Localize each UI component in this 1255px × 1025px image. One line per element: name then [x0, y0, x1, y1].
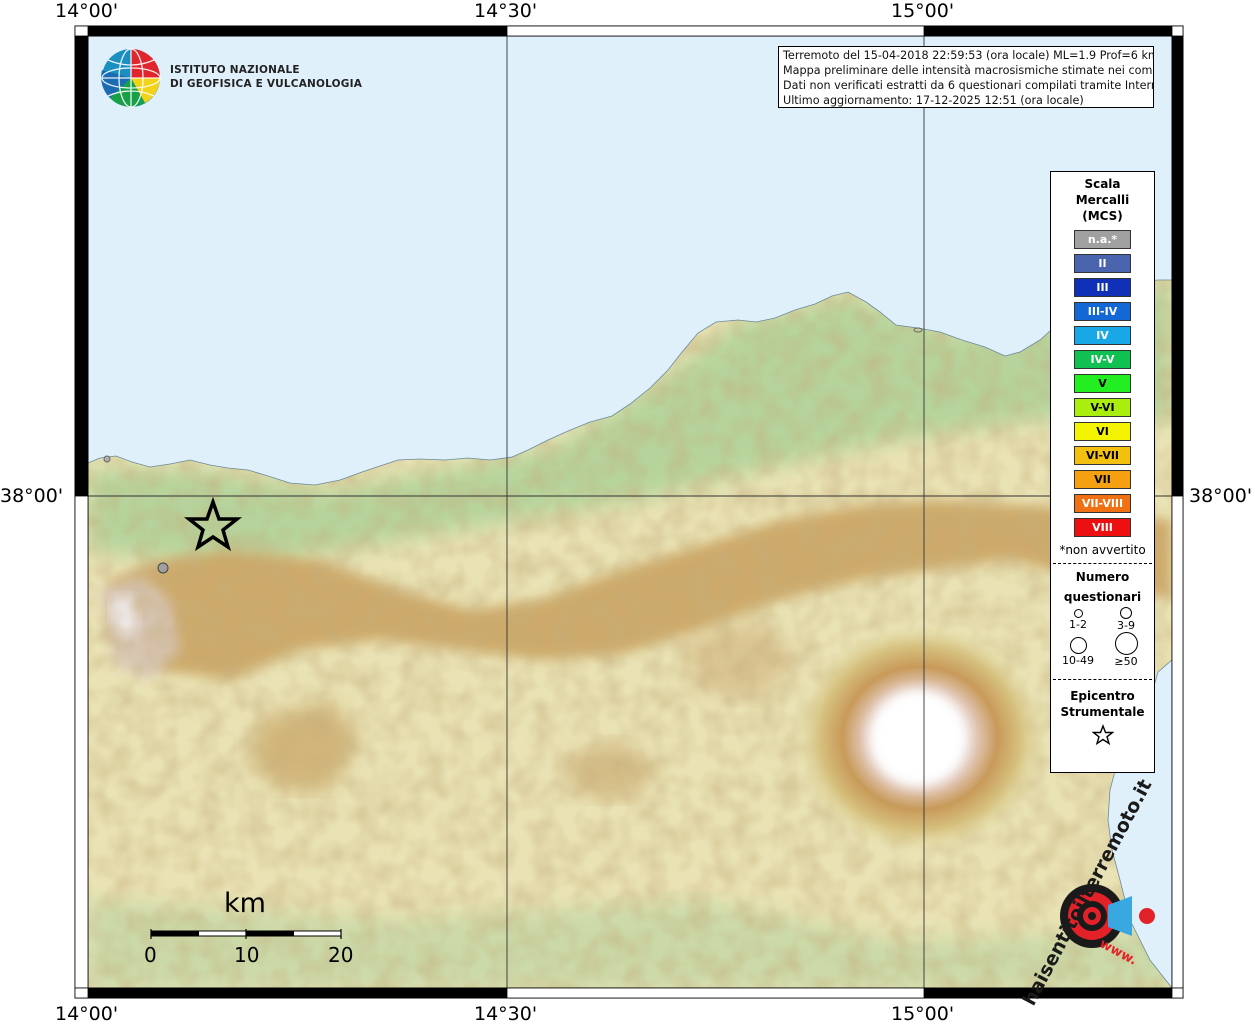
epicentro-title: Epicentro Strumentale: [1051, 688, 1154, 720]
legend-title-line: Scala: [1084, 177, 1121, 191]
questionari-size-legend: 1-2 3-9 10-49 ≥50: [1051, 607, 1154, 677]
mcs-swatch: VI-VII: [1074, 446, 1131, 465]
questionari-title-line: questionari: [1063, 590, 1142, 604]
legend-title-line: (MCS): [1082, 209, 1123, 223]
star-icon: [1090, 724, 1115, 746]
epicentro-title-line: Epicentro: [1070, 689, 1135, 703]
mcs-swatch: V: [1074, 374, 1131, 393]
legend-divider: [1053, 679, 1152, 680]
lon-label-top: 14°30': [474, 0, 538, 22]
info-line-event: Terremoto del 15-04-2018 22:59:53 (ora l…: [783, 49, 1154, 62]
size-circle-icon: [1114, 632, 1138, 655]
mcs-swatch: VII-VIII: [1074, 494, 1131, 513]
size-label: 1-2: [1069, 618, 1087, 631]
epicentro-symbol: [1051, 724, 1154, 750]
legend-panel: Scala Mercalli (MCS) n.a.* II III III-IV IV I…: [1050, 171, 1155, 773]
mcs-swatch: n.a.*: [1074, 230, 1131, 249]
size-label: ≥50: [1114, 655, 1138, 668]
mcs-scale-list: n.a.* II III III-IV IV IV-V V V-VI VI VI-VII VII VI…: [1051, 230, 1154, 537]
size-legend-item: 10-49: [1058, 637, 1098, 667]
size-label: 3-9: [1117, 619, 1135, 632]
epicentro-title-line: Strumentale: [1060, 705, 1145, 719]
size-circle-icon: [1073, 609, 1083, 618]
size-circle-icon: [1069, 637, 1087, 654]
mcs-swatch: IV-V: [1074, 350, 1131, 369]
mcs-swatch: III: [1074, 278, 1131, 297]
mcs-swatch: IV: [1074, 326, 1131, 345]
info-line-map: Mappa preliminare delle intensità macros…: [783, 64, 1154, 77]
lon-label-bottom: 14°00': [55, 1003, 119, 1025]
logo-line2: DI GEOFISICA E VULCANOLOGIA: [170, 78, 363, 90]
questionari-title: Numero questionari: [1051, 567, 1154, 607]
scale-tick-label: 20: [328, 943, 354, 967]
lat-label-left: 38°00': [0, 485, 64, 507]
lon-label-bottom: 14°30': [474, 1003, 538, 1025]
size-legend-item: ≥50: [1106, 632, 1146, 668]
legend-title: Scala Mercalli (MCS): [1051, 176, 1154, 224]
legend-title-line: Mercalli: [1075, 193, 1130, 207]
size-legend-item: 3-9: [1106, 607, 1146, 632]
lat-label-right: 38°00': [1189, 485, 1253, 507]
mcs-swatch: VI: [1074, 422, 1131, 441]
mcs-swatch: V-VI: [1074, 398, 1131, 417]
mcs-swatch: VII: [1074, 470, 1131, 489]
size-label: 10-49: [1062, 654, 1094, 667]
mcs-swatch: II: [1074, 254, 1131, 273]
legend-divider: [1053, 563, 1152, 564]
scale-unit-label: km: [224, 888, 266, 919]
size-legend-item: 1-2: [1058, 609, 1098, 631]
event-info-box: Terremoto del 15-04-2018 22:59:53 (ora l…: [778, 46, 1154, 108]
questionari-title-line: Numero: [1075, 570, 1130, 584]
scale-tick-label: 10: [234, 943, 260, 967]
logo-line1: ISTITUTO NAZIONALE: [170, 64, 300, 76]
mcs-swatch: VIII: [1074, 518, 1131, 537]
ingv-logo-text: ISTITUTO NAZIONALE DI GEOFISICA E VULCAN…: [170, 63, 362, 91]
legend-note: *non avvertito: [1059, 543, 1146, 557]
scale-tick-label: 0: [144, 943, 157, 967]
lon-label-bottom: 15°00': [891, 1003, 955, 1025]
islet: [103, 455, 111, 463]
info-line-data: Dati non verificati estratti da 6 questi…: [783, 79, 1154, 92]
size-circle-icon: [1120, 607, 1132, 619]
lon-label-top: 14°00': [55, 0, 119, 22]
info-line-update: Ultimo aggiornamento: 17-12-2025 12:51 (…: [783, 94, 1084, 107]
intensity-point-na[interactable]: [157, 562, 169, 574]
mcs-swatch: III-IV: [1074, 302, 1131, 321]
lon-label-top: 15°00': [891, 0, 955, 22]
